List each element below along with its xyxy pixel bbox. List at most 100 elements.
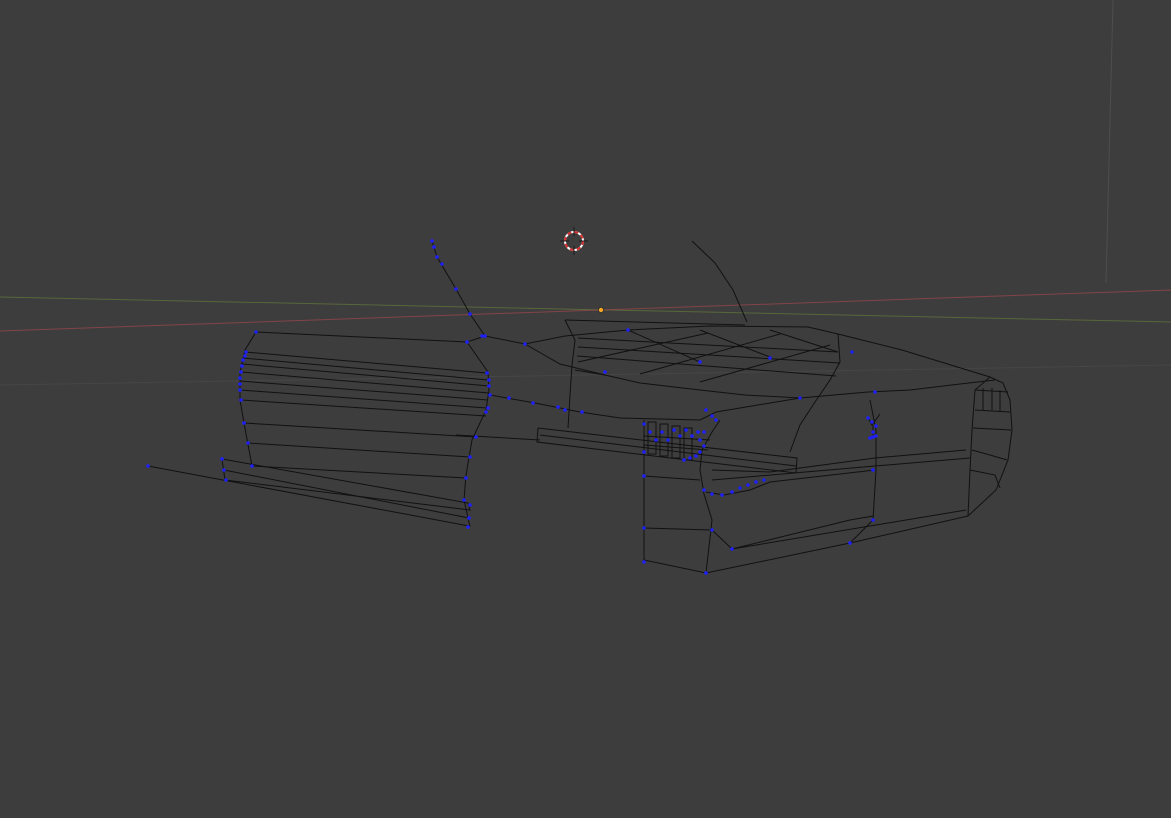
mesh-vertex[interactable] bbox=[654, 438, 658, 442]
mesh-vertex[interactable] bbox=[848, 541, 852, 545]
mesh-vertex[interactable] bbox=[556, 405, 560, 409]
mesh-vertex[interactable] bbox=[696, 430, 700, 434]
object-origin-icon[interactable] bbox=[598, 306, 605, 313]
mesh-vertex[interactable] bbox=[440, 262, 444, 266]
mesh-vertex[interactable] bbox=[468, 503, 472, 507]
mesh-vertex[interactable] bbox=[694, 454, 698, 458]
mesh-vertex[interactable] bbox=[714, 418, 718, 422]
mesh-vertex[interactable] bbox=[483, 334, 487, 338]
mesh-vertex[interactable] bbox=[486, 406, 490, 410]
mesh-vertex[interactable] bbox=[798, 396, 802, 400]
3d-cursor-icon[interactable] bbox=[560, 227, 588, 255]
mesh-vertex[interactable] bbox=[762, 478, 766, 482]
mesh-vertex[interactable] bbox=[238, 382, 242, 386]
mesh-vertex[interactable] bbox=[243, 354, 247, 358]
mesh-vertex[interactable] bbox=[850, 350, 854, 354]
mesh-vertex[interactable] bbox=[239, 370, 243, 374]
mesh-vertex[interactable] bbox=[684, 428, 688, 432]
mesh-vertex[interactable] bbox=[682, 458, 686, 462]
mesh-vertex[interactable] bbox=[239, 398, 243, 402]
mesh-vertex[interactable] bbox=[768, 356, 772, 360]
mesh-vertex[interactable] bbox=[485, 371, 489, 375]
mesh-vertex[interactable] bbox=[870, 420, 874, 424]
mesh-vertices[interactable] bbox=[146, 239, 878, 575]
mesh-vertex[interactable] bbox=[254, 330, 258, 334]
mesh-vertex[interactable] bbox=[678, 434, 682, 438]
mesh-vertex[interactable] bbox=[222, 468, 226, 472]
3d-viewport[interactable] bbox=[0, 0, 1171, 818]
mesh-vertex[interactable] bbox=[465, 340, 469, 344]
mesh-vertex[interactable] bbox=[710, 528, 714, 532]
mesh-vertex[interactable] bbox=[220, 457, 224, 461]
mesh-vertex[interactable] bbox=[241, 358, 245, 362]
mesh-vertex[interactable] bbox=[466, 525, 470, 529]
mesh-vertex[interactable] bbox=[626, 328, 630, 332]
mesh-vertex[interactable] bbox=[435, 255, 439, 259]
mesh-vertex[interactable] bbox=[488, 393, 492, 397]
mesh-vertex[interactable] bbox=[704, 408, 708, 412]
mesh-vertex[interactable] bbox=[648, 430, 652, 434]
mesh-vertex[interactable] bbox=[660, 430, 664, 434]
mesh-vertex[interactable] bbox=[720, 493, 724, 497]
mesh-vertex[interactable] bbox=[738, 486, 742, 490]
mesh-vertex[interactable] bbox=[666, 438, 670, 442]
mesh-vertex[interactable] bbox=[730, 490, 734, 494]
mesh-vertex[interactable] bbox=[702, 430, 706, 434]
mesh-vertex[interactable] bbox=[484, 410, 488, 414]
mesh-vertex[interactable] bbox=[242, 421, 246, 425]
mesh-vertex[interactable] bbox=[704, 571, 708, 575]
mesh-vertex[interactable] bbox=[642, 526, 646, 530]
mesh-vertex[interactable] bbox=[238, 388, 242, 392]
mesh-vertex[interactable] bbox=[224, 478, 228, 482]
mesh-vertex[interactable] bbox=[432, 245, 436, 249]
mesh-vertex[interactable] bbox=[487, 384, 491, 388]
mesh-vertex[interactable] bbox=[467, 516, 471, 520]
mesh-vertex[interactable] bbox=[710, 492, 714, 496]
mesh-vertex[interactable] bbox=[454, 287, 458, 291]
mesh-vertex[interactable] bbox=[874, 434, 878, 438]
mesh-vertex[interactable] bbox=[146, 464, 150, 468]
mesh-wireframe[interactable] bbox=[147, 240, 1013, 574]
mesh-vertex[interactable] bbox=[238, 376, 242, 380]
mesh-vertex[interactable] bbox=[474, 435, 478, 439]
mesh-vertex[interactable] bbox=[702, 488, 706, 492]
mesh-vertex[interactable] bbox=[754, 480, 758, 484]
mesh-vertex[interactable] bbox=[246, 441, 250, 445]
viewport-canvas[interactable] bbox=[0, 0, 1171, 818]
mesh-vertex[interactable] bbox=[642, 450, 646, 454]
mesh-vertex[interactable] bbox=[746, 483, 750, 487]
mesh-vertex[interactable] bbox=[468, 312, 472, 316]
mesh-vertex[interactable] bbox=[244, 350, 248, 354]
mesh-vertex[interactable] bbox=[871, 468, 875, 472]
mesh-vertex[interactable] bbox=[871, 430, 875, 434]
mesh-vertex[interactable] bbox=[464, 476, 468, 480]
mesh-vertex[interactable] bbox=[698, 438, 702, 442]
mesh-vertex[interactable] bbox=[642, 422, 646, 426]
mesh-vertex[interactable] bbox=[688, 456, 692, 460]
mesh-vertex[interactable] bbox=[710, 414, 714, 418]
mesh-vertex[interactable] bbox=[430, 239, 434, 243]
mesh-vertex[interactable] bbox=[672, 428, 676, 432]
mesh-vertex[interactable] bbox=[603, 370, 607, 374]
mesh-vertex[interactable] bbox=[487, 378, 491, 382]
mesh-vertex[interactable] bbox=[523, 342, 527, 346]
mesh-vertex[interactable] bbox=[698, 360, 702, 364]
mesh-vertex[interactable] bbox=[874, 424, 878, 428]
mesh-vertex[interactable] bbox=[730, 547, 734, 551]
mesh-vertex[interactable] bbox=[866, 416, 870, 420]
mesh-vertex[interactable] bbox=[250, 464, 254, 468]
mesh-vertex[interactable] bbox=[698, 450, 702, 454]
mesh-vertex[interactable] bbox=[531, 401, 535, 405]
mesh-vertex[interactable] bbox=[580, 410, 584, 414]
mesh-vertex[interactable] bbox=[462, 498, 466, 502]
mesh-vertex[interactable] bbox=[871, 518, 875, 522]
mesh-vertex[interactable] bbox=[507, 396, 511, 400]
mesh-vertex[interactable] bbox=[468, 455, 472, 459]
mesh-vertex[interactable] bbox=[563, 408, 567, 412]
mesh-vertex[interactable] bbox=[240, 364, 244, 368]
mesh-vertex[interactable] bbox=[868, 436, 872, 440]
mesh-vertex[interactable] bbox=[702, 444, 706, 448]
mesh-vertex[interactable] bbox=[642, 474, 646, 478]
mesh-vertex[interactable] bbox=[642, 560, 646, 564]
mesh-vertex[interactable] bbox=[873, 390, 877, 394]
